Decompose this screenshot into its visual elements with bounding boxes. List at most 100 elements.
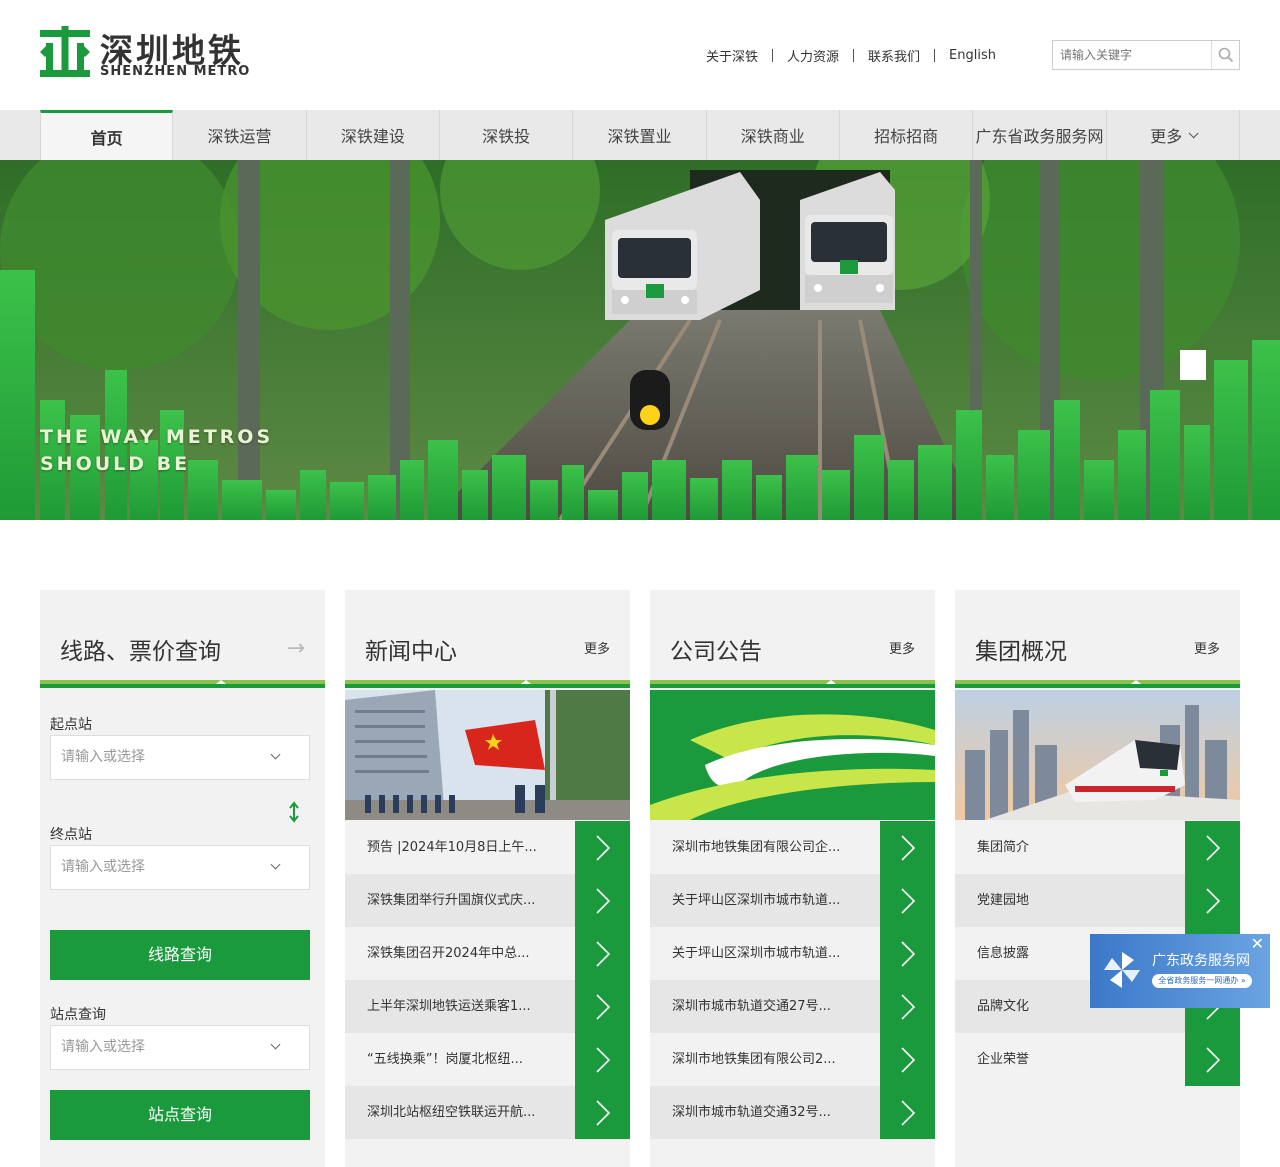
- list-item-text: “五线换乘”！岗厦北枢纽...: [367, 1052, 523, 1067]
- banner-slogan: THE WAY METROS SHOULD BE: [40, 426, 274, 475]
- main-nav: 首页 深铁运营 深铁建设 深铁投 深铁置业 深铁商业 招标招商 广东省政务服务网…: [0, 110, 1280, 160]
- news-more-link[interactable]: 更多: [584, 638, 610, 657]
- nav-tender[interactable]: 招标招商: [840, 110, 974, 160]
- group-image[interactable]: [955, 690, 1240, 820]
- float-ad-subtitle: 全省政务服务一网通办 »: [1152, 974, 1252, 988]
- search-box: [1052, 40, 1240, 70]
- page: 深圳地铁 SHENZHEN METRO 关于深铁 人力资源 联系我们 Engli…: [0, 0, 1280, 1167]
- nav-investment[interactable]: 深铁投: [440, 110, 574, 160]
- card-header: 集团概况 更多: [955, 590, 1240, 690]
- link-about[interactable]: 关于深铁: [692, 46, 772, 65]
- card-header: 公司公告 更多: [650, 590, 935, 690]
- news-image[interactable]: [345, 690, 630, 820]
- search-button[interactable]: [1211, 41, 1239, 69]
- chevron-right-icon: [1185, 1033, 1240, 1086]
- card-header: 线路、票价查询 →: [40, 590, 325, 690]
- chevron-right-icon: [575, 927, 630, 980]
- list-item[interactable]: 企业荣誉: [955, 1033, 1240, 1086]
- station-select[interactable]: 请输入或选择: [50, 1025, 310, 1070]
- list-item[interactable]: 深铁集团召开2024年中总...: [345, 927, 630, 980]
- nav-property[interactable]: 深铁置业: [573, 110, 707, 160]
- station-query-button[interactable]: 站点查询: [50, 1090, 310, 1140]
- header: 深圳地铁 SHENZHEN METRO 关于深铁 人力资源 联系我们 Engli…: [0, 0, 1280, 110]
- chevron-right-icon: [880, 1033, 935, 1086]
- green-wave-image: [650, 690, 935, 820]
- chevron-right-icon: [880, 980, 935, 1033]
- end-station-select[interactable]: 请输入或选择: [50, 845, 310, 890]
- list-item[interactable]: 深圳市城市轨道交通32号...: [650, 1086, 935, 1139]
- list-item-text: 深铁集团举行升国旗仪式庆...: [367, 893, 536, 908]
- arrow-right-icon[interactable]: →: [287, 636, 305, 661]
- nav-operation[interactable]: 深铁运营: [173, 110, 307, 160]
- float-ad-title: 广东政务服务网: [1152, 953, 1250, 969]
- list-item[interactable]: 深圳北站枢纽空铁联运开航...: [345, 1086, 630, 1139]
- chevron-right-icon: [575, 821, 630, 874]
- gov-service-float-ad[interactable]: 广东政务服务网 全省政务服务一网通办 » ✕: [1090, 934, 1270, 1008]
- chevron-down-icon: [270, 1039, 281, 1050]
- station-placeholder: 请输入或选择: [61, 1039, 145, 1055]
- chevron-right-icon: [575, 980, 630, 1033]
- notices-list: 深圳市地铁集团有限公司企... 关于坪山区深圳市城市轨道... 关于坪山区深圳市…: [650, 821, 935, 1139]
- list-item[interactable]: 深圳市地铁集团有限公司企...: [650, 821, 935, 874]
- card-divider: [345, 680, 630, 690]
- list-item[interactable]: 预告 |2024年10月8日上午...: [345, 821, 630, 874]
- start-station-label: 起点站: [50, 717, 92, 733]
- group-overview-card: 集团概况 更多 集团简介 党建园地 信息披露 品牌文化 企业荣誉: [955, 590, 1240, 1167]
- list-item[interactable]: 深铁集团举行升国旗仪式庆...: [345, 874, 630, 927]
- list-item-text: 深圳北站枢纽空铁联运开航...: [367, 1105, 536, 1120]
- list-item[interactable]: “五线换乘”！岗厦北枢纽...: [345, 1033, 630, 1086]
- hero-banner[interactable]: THE WAY METROS SHOULD BE: [0, 160, 1280, 520]
- card-divider: [955, 680, 1240, 690]
- nav-more-label: 更多: [1150, 127, 1183, 146]
- nav-gov-service[interactable]: 广东省政务服务网: [973, 110, 1107, 160]
- chevron-down-icon: [1188, 127, 1199, 138]
- chevron-down-icon: [270, 859, 281, 870]
- top-links: 关于深铁 人力资源 联系我们 English: [692, 46, 1010, 65]
- nav-home[interactable]: 首页: [40, 110, 174, 160]
- list-item-text: 深圳市城市轨道交通27号...: [672, 999, 831, 1014]
- nav-commerce[interactable]: 深铁商业: [707, 110, 840, 160]
- card-divider: [650, 680, 935, 690]
- list-item[interactable]: 关于坪山区深圳市城市轨道...: [650, 927, 935, 980]
- start-station-placeholder: 请输入或选择: [61, 749, 145, 765]
- list-item[interactable]: 集团简介: [955, 821, 1240, 874]
- list-item[interactable]: 党建园地: [955, 874, 1240, 927]
- list-item-text: 党建园地: [977, 893, 1030, 908]
- search-input[interactable]: [1053, 41, 1211, 69]
- close-icon[interactable]: ✕: [1251, 934, 1264, 953]
- list-item[interactable]: 深圳市地铁集团有限公司2...: [650, 1033, 935, 1086]
- start-station-select[interactable]: 请输入或选择: [50, 735, 310, 780]
- chevron-right-icon: [880, 874, 935, 927]
- link-contact[interactable]: 联系我们: [854, 46, 934, 65]
- nav-construction[interactable]: 深铁建设: [307, 110, 440, 160]
- list-item[interactable]: 深圳市城市轨道交通27号...: [650, 980, 935, 1033]
- card-title: 新闻中心: [365, 639, 457, 665]
- list-item-text: 集团简介: [977, 840, 1030, 855]
- list-item-text: 深圳市地铁集团有限公司2...: [672, 1052, 836, 1067]
- link-hr[interactable]: 人力资源: [773, 46, 853, 65]
- list-item[interactable]: 关于坪山区深圳市城市轨道...: [650, 874, 935, 927]
- notices-image[interactable]: [650, 690, 935, 820]
- pinwheel-logo-icon: [1104, 952, 1140, 988]
- chevron-right-icon: [1185, 874, 1240, 927]
- link-english[interactable]: English: [935, 48, 1010, 63]
- end-station-placeholder: 请输入或选择: [61, 859, 145, 875]
- notices-more-link[interactable]: 更多: [889, 638, 915, 657]
- card-title: 公司公告: [670, 639, 762, 665]
- city-train-image: [955, 690, 1240, 820]
- shenzhen-metro-logo[interactable]: 深圳地铁 SHENZHEN METRO: [40, 26, 252, 82]
- station-query-label: 站点查询: [50, 1007, 106, 1023]
- group-more-link[interactable]: 更多: [1194, 638, 1220, 657]
- swap-stations-icon[interactable]: [284, 800, 304, 824]
- route-fare-query-card: 线路、票价查询 → 起点站 请输入或选择 终点站 请输入或选择 线路查询 站点查…: [40, 590, 325, 1167]
- list-item-text: 深圳市城市轨道交通32号...: [672, 1105, 831, 1120]
- list-item-text: 预告 |2024年10月8日上午...: [367, 840, 537, 855]
- route-query-button[interactable]: 线路查询: [50, 930, 310, 980]
- list-item-text: 深圳市地铁集团有限公司企...: [672, 840, 841, 855]
- card-header: 新闻中心 更多: [345, 590, 630, 690]
- nav-more[interactable]: 更多: [1107, 110, 1240, 160]
- list-item[interactable]: 上半年深圳地铁运送乘客1...: [345, 980, 630, 1033]
- logo-name-en: SHENZHEN METRO: [100, 64, 251, 79]
- search-icon: [1218, 47, 1233, 63]
- card-divider: [40, 680, 325, 690]
